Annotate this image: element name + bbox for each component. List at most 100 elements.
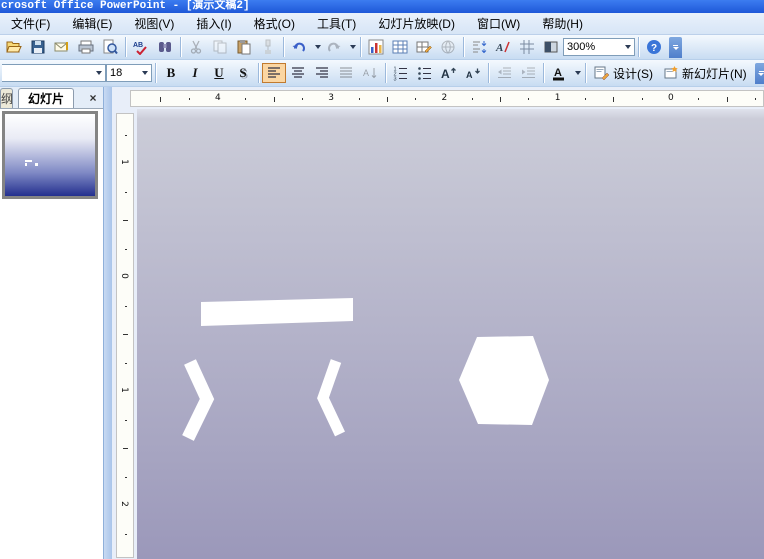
print-preview-icon [103,39,118,55]
show-formatting-button[interactable]: A [491,37,515,57]
decrease-indent-icon [498,67,511,78]
button-label: 新幻灯片(N) [682,66,747,81]
grow-font-button[interactable]: A [437,63,461,83]
ruler-tick [123,220,128,221]
close-pane-icon[interactable]: × [86,91,100,105]
hyperlink-icon [441,40,455,54]
shadow-button[interactable]: S [231,63,255,83]
ruler-tick [125,477,127,478]
ruler-tick [125,363,127,364]
insert-table-button[interactable] [388,37,412,57]
menu-item-2[interactable]: 视图(V) [123,14,185,34]
tables-borders-button[interactable] [412,37,436,57]
toolbar-options-icon[interactable] [669,36,682,58]
slide-thumbnail[interactable] [2,111,98,199]
ruler-number: 1 [118,159,129,165]
chevron-right-stroke-shape[interactable] [182,359,215,441]
editor-column: 4 3 2 1 0 1 0 1 2 [112,87,764,559]
italic-button[interactable]: I [183,63,207,83]
pane-tab-row: 纲 幻灯片 × [0,87,103,109]
ruler-tick [245,97,246,100]
mail-button[interactable] [50,37,74,57]
save-button[interactable] [26,37,50,57]
menu-item-8[interactable]: 帮助(H) [531,14,594,34]
ruler-tick [387,96,388,102]
increase-indent-button [516,63,540,83]
menu-item-0[interactable]: 文件(F) [0,14,61,34]
toolbar-separator [180,37,181,57]
format-painter-button [256,37,280,57]
svg-text:A: A [466,70,473,80]
ruler-tick [125,249,127,250]
toolbar-separator [155,63,156,83]
help-button[interactable]: ? [642,37,666,57]
title-bar: crosoft Office PowerPoint - [演示文稿2] [0,0,764,13]
powerpoint-window: crosoft Office PowerPoint - [演示文稿2] 文件(F… [0,0,764,559]
menu-item-5[interactable]: 工具(T) [306,14,367,34]
font-name-combobox[interactable] [2,64,106,82]
menu-item-4[interactable]: 格式(O) [243,14,306,34]
ruler-number: 2 [118,501,129,507]
align-left-button[interactable] [262,63,286,83]
expand-all-button[interactable] [467,37,491,57]
menu-item-6[interactable]: 幻灯片放映(D) [367,14,466,34]
numbering-button[interactable]: 123 [389,63,413,83]
ruler-number: 3 [328,92,334,103]
zoom-combobox[interactable]: 300% [563,38,635,56]
font-size-combobox-dropdown-icon[interactable] [142,71,148,75]
tilted-bar-shape[interactable] [201,298,353,326]
menu-item-3[interactable]: 插入(I) [185,14,242,34]
color-grayscale-button[interactable] [539,37,563,57]
paste-button[interactable] [232,37,256,57]
print-preview-button[interactable] [98,37,122,57]
font-color-button[interactable]: A [547,63,571,83]
font-color-dropdown-icon[interactable] [571,63,582,83]
thumbnail-shape-mark [25,160,32,162]
bullets-button[interactable] [413,63,437,83]
research-button[interactable] [153,37,177,57]
svg-text:A: A [495,42,503,54]
undo-dropdown-icon[interactable] [311,37,322,57]
new-slide-button[interactable]: 新幻灯片(N) [658,62,752,84]
undo-button[interactable] [287,37,311,57]
ruler-tick [189,97,190,100]
distribute-text-icon [340,67,352,78]
align-right-button[interactable] [310,63,334,83]
ruler-number: 0 [668,92,674,103]
chevron-left-stroke-shape[interactable] [317,359,345,437]
shadow-icon: S [239,65,247,80]
bold-icon: B [166,65,176,80]
color-grayscale-icon [544,41,558,53]
insert-chart-button[interactable] [364,37,388,57]
increase-indent-icon [522,67,535,78]
bold-button[interactable]: B [159,63,183,83]
distribute-text-button [334,63,358,83]
design-button[interactable]: 设计(S) [589,62,658,84]
menu-item-7[interactable]: 窗口(W) [466,14,531,34]
align-center-button[interactable] [286,63,310,83]
tab-slides[interactable]: 幻灯片 [18,88,74,108]
zoom-combobox-dropdown-icon[interactable] [625,45,631,49]
toolbar-options-icon[interactable] [754,62,764,84]
ruler-tick [727,96,728,102]
redo-dropdown-icon[interactable] [346,37,357,57]
font-size-combobox-value: 18 [110,67,123,79]
slides-pane: 纲 幻灯片 × [0,87,103,559]
mail-icon [54,42,68,52]
open-button[interactable] [2,37,26,57]
menu-item-1[interactable]: 编辑(E) [61,14,123,34]
italic-icon: I [192,65,198,80]
copy-icon [213,40,227,54]
slide-canvas[interactable] [137,109,764,559]
hexagon-shape[interactable] [459,336,549,425]
font-size-combobox[interactable]: 18 [106,64,152,82]
underline-button[interactable]: U [207,63,231,83]
print-button[interactable] [74,37,98,57]
shrink-font-button[interactable]: A [461,63,485,83]
tab-outline[interactable]: 纲 [0,88,13,108]
spelling-button[interactable]: AB [129,37,153,57]
show-grid-button[interactable] [515,37,539,57]
font-name-combobox-dropdown-icon[interactable] [96,71,102,75]
pane-splitter[interactable] [103,87,112,559]
zoom-combobox-value: 300% [567,41,596,53]
